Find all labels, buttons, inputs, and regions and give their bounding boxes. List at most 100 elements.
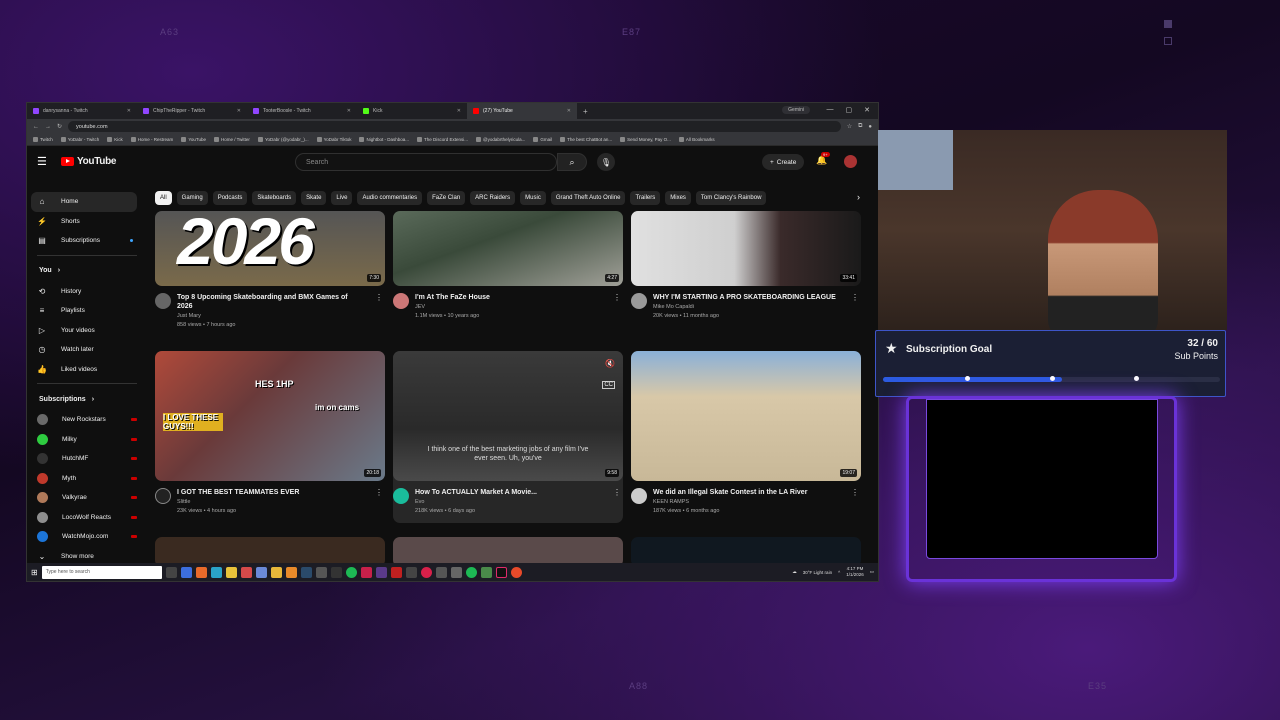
app-icon[interactable] xyxy=(465,566,477,578)
chip[interactable]: Music xyxy=(520,191,546,205)
video-card[interactable]: 4:27 I'm At The FaZe House JEV 1.1M views … xyxy=(393,211,623,319)
close-icon[interactable]: ✕ xyxy=(127,108,131,114)
video-card[interactable]: 33:41 WHY I'M STARTING A PRO SKATEBOARDI… xyxy=(631,211,861,319)
browser-tab[interactable]: danrysanna - Twitch ✕ xyxy=(27,103,137,119)
video-card[interactable]: 19:07 We did an Illegal Skate Contest in… xyxy=(631,351,861,514)
channel-name[interactable]: JEV xyxy=(415,304,600,310)
more-icon[interactable]: ⋮ xyxy=(375,293,383,302)
bookmark[interactable]: YouTube xyxy=(181,137,206,142)
bookmark[interactable]: All Bookmarks xyxy=(679,137,715,142)
subscriptions-header[interactable]: Subscriptions › xyxy=(27,388,147,410)
bookmark[interactable]: @yodabrthelyricula... xyxy=(476,137,525,142)
bookmark[interactable]: YoDabr (@yodabr_)... xyxy=(258,137,309,142)
app-icon[interactable] xyxy=(285,566,297,578)
app-icon[interactable] xyxy=(450,566,462,578)
star-icon[interactable]: ☆ xyxy=(847,123,852,130)
you-header[interactable]: You › xyxy=(27,260,147,282)
app-icon[interactable] xyxy=(255,566,267,578)
clock[interactable]: 4:17 PM 1/1/2026 xyxy=(846,566,864,578)
search-icon[interactable]: ⌕ xyxy=(557,153,587,171)
chip[interactable]: Gaming xyxy=(176,191,208,205)
close-icon[interactable]: ✕ xyxy=(237,108,241,114)
bookmark[interactable]: Send Money, Pay O... xyxy=(620,137,671,142)
sidebar-item-liked[interactable]: 👍 Liked videos xyxy=(27,360,147,380)
channel-name[interactable]: Just Mary xyxy=(177,313,362,319)
chip[interactable]: Live xyxy=(331,191,353,205)
app-icon[interactable] xyxy=(405,566,417,578)
video-title[interactable]: How To ACTUALLY Market A Movie... xyxy=(415,488,600,497)
bookmark[interactable]: YoDabr Tiktok xyxy=(317,137,352,142)
sidebar-sub[interactable]: HutchMF xyxy=(27,449,147,469)
back-icon[interactable]: ← xyxy=(33,124,39,130)
channel-avatar[interactable] xyxy=(631,488,647,504)
bookmark[interactable]: Home - Restream xyxy=(131,137,174,142)
video-card-hovered[interactable]: 🔇 CC I think one of the best marketing j… xyxy=(393,351,623,523)
bookmark[interactable]: The Discord Extensi... xyxy=(417,137,468,142)
edge-icon[interactable] xyxy=(210,566,222,578)
sidebar-item-history[interactable]: ⟲ History xyxy=(27,282,147,302)
create-button[interactable]: + Create xyxy=(762,154,805,170)
chip[interactable]: FaZe Clan xyxy=(427,191,466,205)
sidebar-sub[interactable]: Milky xyxy=(27,430,147,450)
close-icon[interactable]: ✕ xyxy=(457,108,461,114)
avatar[interactable] xyxy=(844,155,857,168)
channel-avatar[interactable] xyxy=(155,488,171,504)
sidebar-item-subscriptions[interactable]: ▤ Subscriptions xyxy=(27,231,147,251)
app-icon[interactable] xyxy=(360,566,372,578)
bookmark[interactable]: YoDabr - Twitch xyxy=(61,137,100,142)
video-title[interactable]: WHY I'M STARTING A PRO SKATEBOARDING LEA… xyxy=(653,293,838,302)
youtube-logo[interactable]: YouTube xyxy=(61,156,117,167)
channel-name[interactable]: Mike Mo Capaldi xyxy=(653,304,838,310)
browser-tab-active[interactable]: (27) YouTube ✕ xyxy=(467,103,577,119)
obs-icon[interactable] xyxy=(375,566,387,578)
chrome-icon[interactable] xyxy=(225,566,237,578)
more-icon[interactable]: ⋮ xyxy=(851,293,859,302)
app-icon[interactable] xyxy=(480,566,492,578)
more-icon[interactable]: ⋮ xyxy=(851,488,859,497)
profile-icon[interactable]: ● xyxy=(868,124,872,130)
sidebar-sub[interactable]: Myth xyxy=(27,469,147,489)
channel-avatar[interactable] xyxy=(393,488,409,504)
chip[interactable]: ARC Raiders xyxy=(470,191,516,205)
chip[interactable]: Trailers xyxy=(630,191,661,205)
close-icon[interactable]: ✕ xyxy=(347,108,351,114)
chip[interactable]: Skate xyxy=(301,191,327,205)
url-input[interactable]: youtube.com xyxy=(68,121,841,132)
video-thumbnail[interactable]: 33:41 xyxy=(631,211,861,286)
app-icon[interactable] xyxy=(510,566,522,578)
chevron-right-icon[interactable]: › xyxy=(857,192,860,202)
chip[interactable]: Audio commentaries xyxy=(357,191,423,205)
channel-avatar[interactable] xyxy=(393,293,409,309)
channel-name[interactable]: Slittle xyxy=(177,499,362,505)
bookmark[interactable]: Kick xyxy=(107,137,123,142)
tiktok-icon[interactable] xyxy=(495,566,507,578)
video-thumbnail[interactable]: 🔇 CC I think one of the best marketing j… xyxy=(393,351,623,481)
maximize-icon[interactable]: ▢ xyxy=(846,106,853,114)
more-icon[interactable]: ⋮ xyxy=(613,488,621,497)
sidebar-item-playlists[interactable]: ≡ Playlists xyxy=(27,301,147,321)
menu-icon[interactable]: ☰ xyxy=(37,155,51,168)
chip[interactable]: Mixes xyxy=(665,191,691,205)
video-title[interactable]: We did an Illegal Skate Contest in the L… xyxy=(653,488,838,497)
minimize-icon[interactable]: — xyxy=(827,106,834,114)
chip[interactable]: Skateboards xyxy=(252,191,297,205)
extensions-icon[interactable]: ⧉ xyxy=(858,123,862,130)
more-icon[interactable]: ⋮ xyxy=(613,293,621,302)
video-title[interactable]: I'm At The FaZe House xyxy=(415,293,600,302)
channel-avatar[interactable] xyxy=(155,293,171,309)
mute-icon[interactable]: 🔇 xyxy=(605,359,615,368)
gemini-button[interactable]: Gemini xyxy=(782,106,810,114)
search-input[interactable]: Search xyxy=(295,153,557,171)
reload-icon[interactable]: ↻ xyxy=(57,123,62,130)
sidebar-item-watch-later[interactable]: ◷ Watch later xyxy=(27,340,147,360)
channel-name[interactable]: KEEN RAMPS xyxy=(653,499,838,505)
bookmark[interactable]: The best ChatBot an... xyxy=(560,137,612,142)
weather-text[interactable]: 30°F Light rain xyxy=(803,570,832,575)
channel-name[interactable]: Evo xyxy=(415,499,600,505)
video-title[interactable]: I GOT THE BEST TEAMMATES EVER xyxy=(177,488,362,497)
sidebar-sub[interactable]: New Rockstars xyxy=(27,410,147,430)
close-icon[interactable]: ✕ xyxy=(567,108,571,114)
more-icon[interactable]: ⋮ xyxy=(375,488,383,497)
app-icon[interactable] xyxy=(390,566,402,578)
video-title[interactable]: Top 8 Upcoming Skateboarding and BMX Gam… xyxy=(177,293,362,311)
